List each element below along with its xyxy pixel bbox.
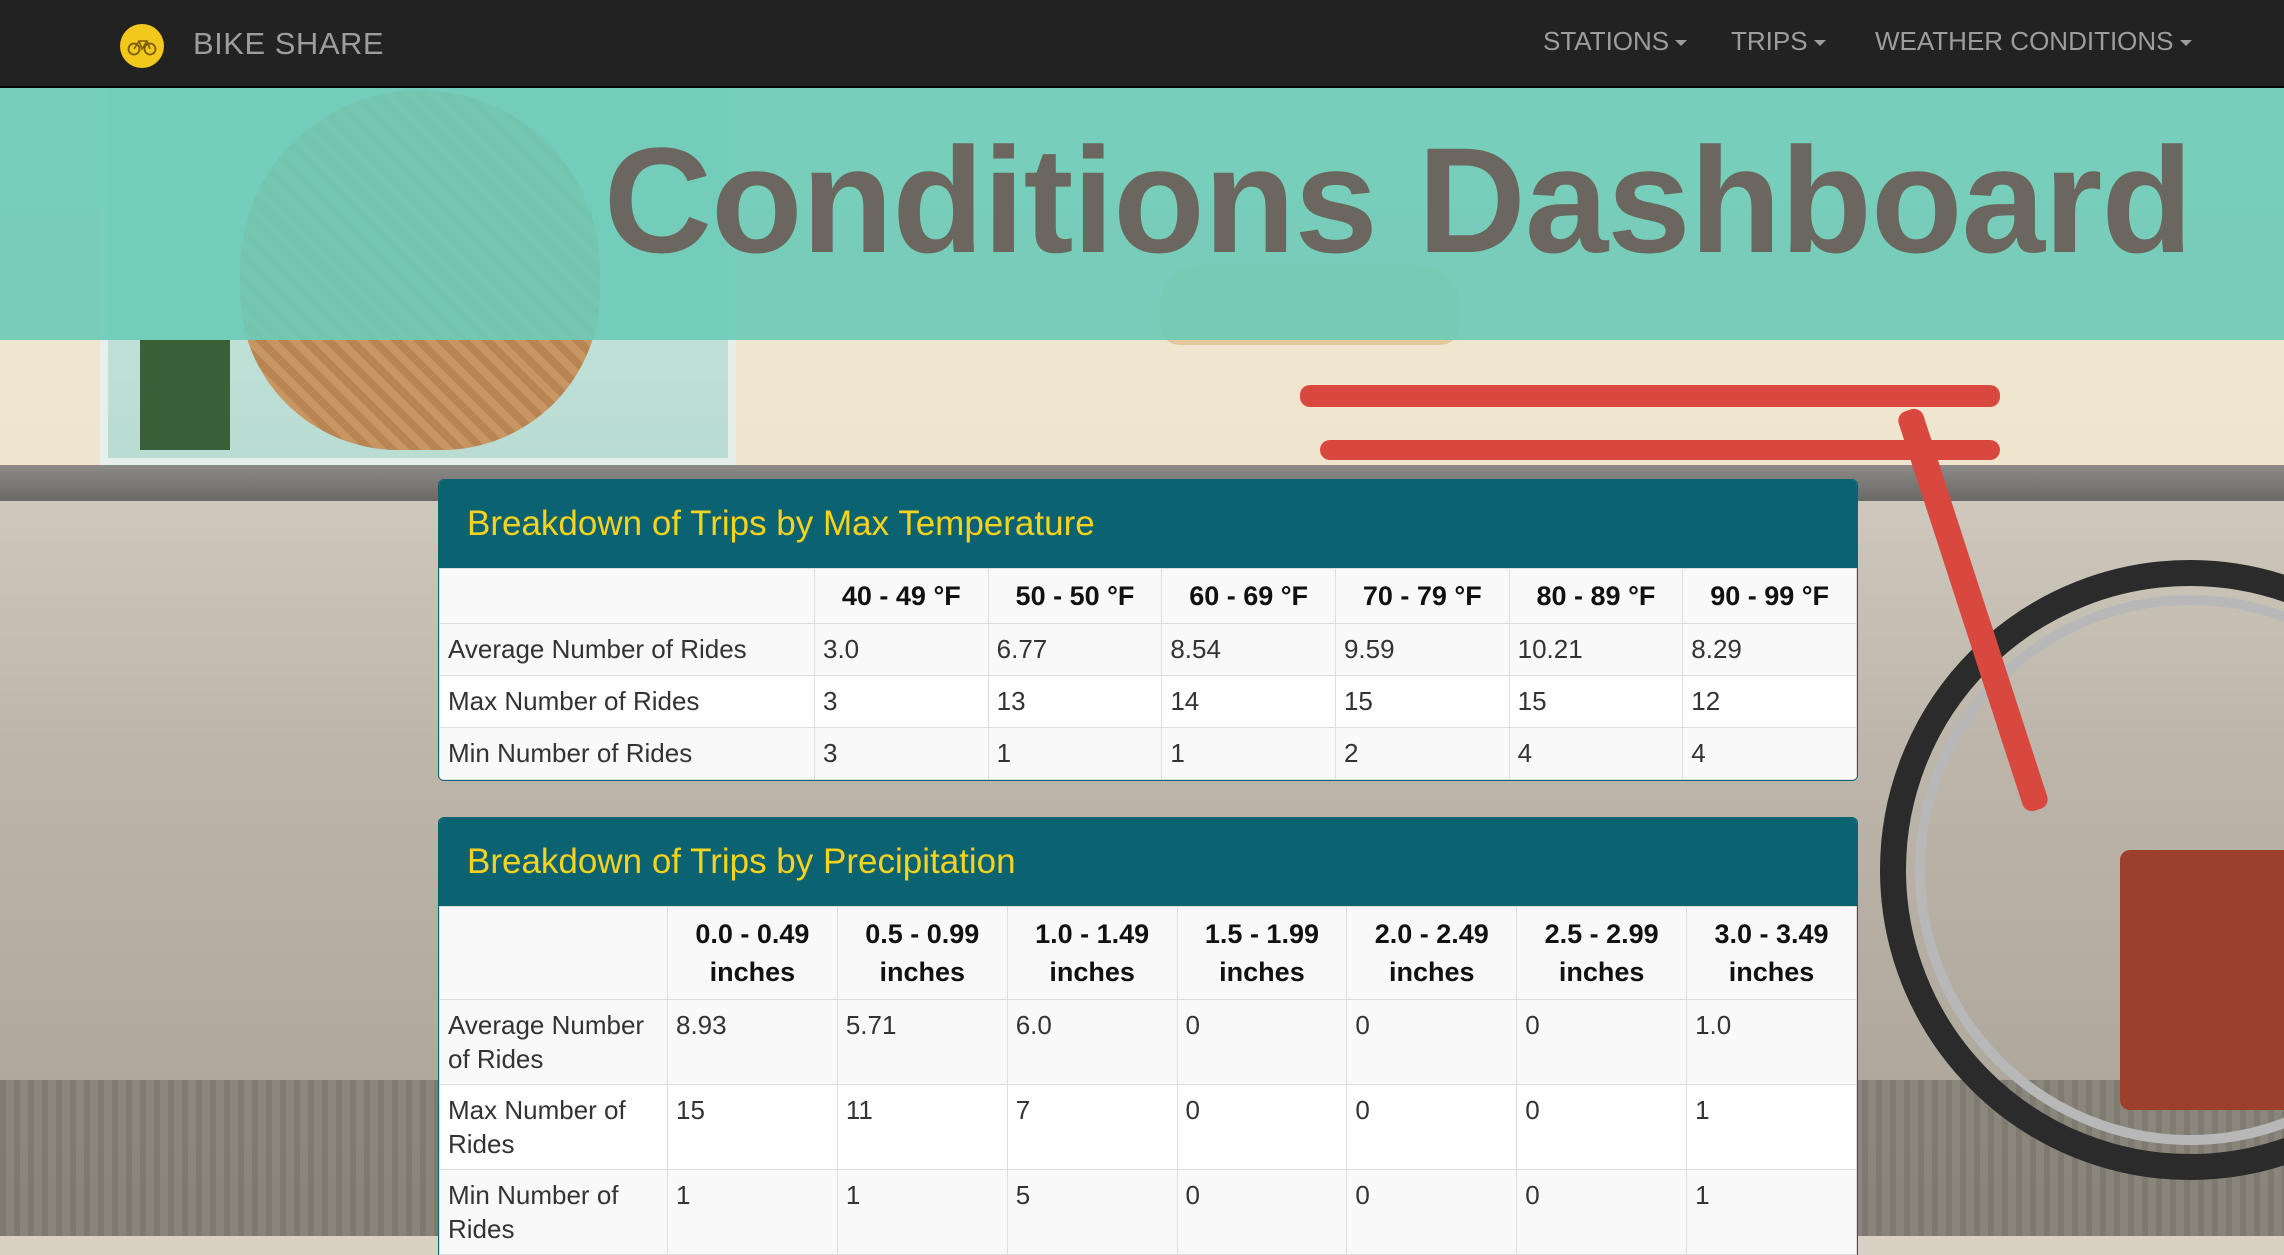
table-row: Min Number of Rides 3 1 1 2 4 4 bbox=[439, 727, 1857, 780]
column-header: 1.5 - 1.99 inches bbox=[1176, 906, 1348, 1000]
table-cell: 12 bbox=[1682, 675, 1857, 728]
navbar: BIKE SHARE STATIONS TRIPS WEATHER CONDIT… bbox=[0, 0, 2284, 88]
table-cell: 0 bbox=[1516, 999, 1688, 1085]
column-header: 2.5 - 2.99 inches bbox=[1516, 906, 1688, 1000]
table-cell: 0 bbox=[1516, 1084, 1688, 1170]
bicycle-icon bbox=[127, 40, 157, 56]
table-cell: 0 bbox=[1346, 999, 1518, 1085]
table-cell: 6.0 bbox=[1006, 999, 1178, 1085]
table-cell: 5 bbox=[1006, 1169, 1178, 1255]
column-header: 60 - 69 °F bbox=[1161, 568, 1336, 624]
precipitation-table: 0.0 - 0.49 inches 0.5 - 0.99 inches 1.0 … bbox=[439, 906, 1857, 1255]
nav-item-label: STATIONS bbox=[1543, 26, 1670, 56]
table-cell: 6.77 bbox=[987, 623, 1163, 676]
table-cell: 4 bbox=[1508, 727, 1684, 780]
caret-down-icon bbox=[1813, 40, 1826, 47]
table-cell: 1 bbox=[667, 1169, 838, 1255]
row-label: Max Number of Rides bbox=[439, 675, 815, 728]
table-cell: 3.0 bbox=[814, 623, 989, 676]
column-header: 70 - 79 °F bbox=[1334, 568, 1510, 624]
caret-down-icon bbox=[2179, 40, 2192, 47]
column-header: 80 - 89 °F bbox=[1508, 568, 1684, 624]
temperature-table: 40 - 49 °F 50 - 50 °F 60 - 69 °F 70 - 79… bbox=[439, 568, 1857, 780]
table-cell: 2 bbox=[1334, 727, 1510, 780]
table-row: Max Number of Rides 15 11 7 0 0 0 1 bbox=[439, 1084, 1857, 1170]
panel-title: Breakdown of Trips by Max Temperature bbox=[439, 480, 1857, 568]
column-header: 40 - 49 °F bbox=[814, 568, 989, 624]
table-cell: 3 bbox=[814, 727, 989, 780]
nav-item-label: TRIPS bbox=[1731, 26, 1808, 56]
table-cell: 9.59 bbox=[1334, 623, 1510, 676]
nav-dropdown-weather-conditions[interactable]: WEATHER CONDITIONS bbox=[1875, 26, 2192, 57]
table-cell: 13 bbox=[987, 675, 1163, 728]
column-header: 90 - 99 °F bbox=[1682, 568, 1857, 624]
caret-down-icon bbox=[1675, 40, 1688, 47]
table-cell: 1 bbox=[987, 727, 1163, 780]
table-row: Average Number of Rides 8.93 5.71 6.0 0 … bbox=[439, 999, 1857, 1085]
table-cell: 0 bbox=[1176, 1084, 1348, 1170]
table-row: Max Number of Rides 3 13 14 15 15 12 bbox=[439, 675, 1857, 728]
precipitation-panel: Breakdown of Trips by Precipitation 0.0 … bbox=[438, 817, 1858, 1255]
table-header-row: 40 - 49 °F 50 - 50 °F 60 - 69 °F 70 - 79… bbox=[439, 568, 1857, 624]
table-row: Average Number of Rides 3.0 6.77 8.54 9.… bbox=[439, 623, 1857, 676]
nav-dropdown-stations[interactable]: STATIONS bbox=[1543, 26, 1688, 57]
row-label: Max Number of Rides bbox=[439, 1084, 668, 1170]
table-cell: 1 bbox=[1686, 1084, 1857, 1170]
table-cell: 11 bbox=[836, 1084, 1008, 1170]
temperature-panel: Breakdown of Trips by Max Temperature 40… bbox=[438, 479, 1858, 781]
table-cell: 0 bbox=[1176, 999, 1348, 1085]
table-cell: 0 bbox=[1346, 1169, 1518, 1255]
row-label: Min Number of Rides bbox=[439, 727, 815, 780]
column-header bbox=[439, 568, 815, 624]
table-row: Min Number of Rides 1 1 5 0 0 0 1 bbox=[439, 1169, 1857, 1255]
column-header: 3.0 - 3.49 inches bbox=[1686, 906, 1857, 1000]
row-label: Average Number of Rides bbox=[439, 623, 815, 676]
table-cell: 15 bbox=[1508, 675, 1684, 728]
column-header: 1.0 - 1.49 inches bbox=[1006, 906, 1178, 1000]
table-cell: 8.54 bbox=[1161, 623, 1336, 676]
table-cell: 0 bbox=[1516, 1169, 1688, 1255]
window-pane bbox=[140, 340, 230, 450]
table-cell: 5.71 bbox=[836, 999, 1008, 1085]
table-cell: 1 bbox=[836, 1169, 1008, 1255]
table-cell: 0 bbox=[1346, 1084, 1518, 1170]
brand-name[interactable]: BIKE SHARE bbox=[193, 26, 384, 62]
table-cell: 4 bbox=[1682, 727, 1857, 780]
header-banner: Conditions Dashboard bbox=[0, 88, 2284, 340]
table-cell: 8.93 bbox=[667, 999, 838, 1085]
nav-item-label: WEATHER CONDITIONS bbox=[1875, 26, 2174, 56]
nav-dropdown-trips[interactable]: TRIPS bbox=[1731, 26, 1826, 57]
column-header: 0.5 - 0.99 inches bbox=[836, 906, 1008, 1000]
bike-frame-top bbox=[1300, 385, 2000, 407]
bike-frame-down bbox=[1320, 440, 2000, 460]
table-cell: 14 bbox=[1161, 675, 1336, 728]
row-label: Min Number of Rides bbox=[439, 1169, 668, 1255]
table-cell: 1 bbox=[1161, 727, 1336, 780]
row-label: Average Number of Rides bbox=[439, 999, 668, 1085]
table-cell: 10.21 bbox=[1508, 623, 1684, 676]
table-cell: 1 bbox=[1686, 1169, 1857, 1255]
bicycle-logo-icon[interactable] bbox=[120, 24, 164, 68]
column-header bbox=[439, 906, 668, 1000]
panel-title: Breakdown of Trips by Precipitation bbox=[439, 818, 1857, 906]
column-header: 2.0 - 2.49 inches bbox=[1346, 906, 1518, 1000]
table-cell: 15 bbox=[667, 1084, 838, 1170]
table-header-row: 0.0 - 0.49 inches 0.5 - 0.99 inches 1.0 … bbox=[439, 906, 1857, 1000]
page-title: Conditions Dashboard bbox=[603, 116, 2193, 284]
table-cell: 3 bbox=[814, 675, 989, 728]
column-header: 0.0 - 0.49 inches bbox=[667, 906, 838, 1000]
table-cell: 8.29 bbox=[1682, 623, 1857, 676]
column-header: 50 - 50 °F bbox=[987, 568, 1163, 624]
table-cell: 7 bbox=[1006, 1084, 1178, 1170]
table-cell: 1.0 bbox=[1686, 999, 1857, 1085]
table-cell: 15 bbox=[1334, 675, 1510, 728]
table-cell: 0 bbox=[1176, 1169, 1348, 1255]
